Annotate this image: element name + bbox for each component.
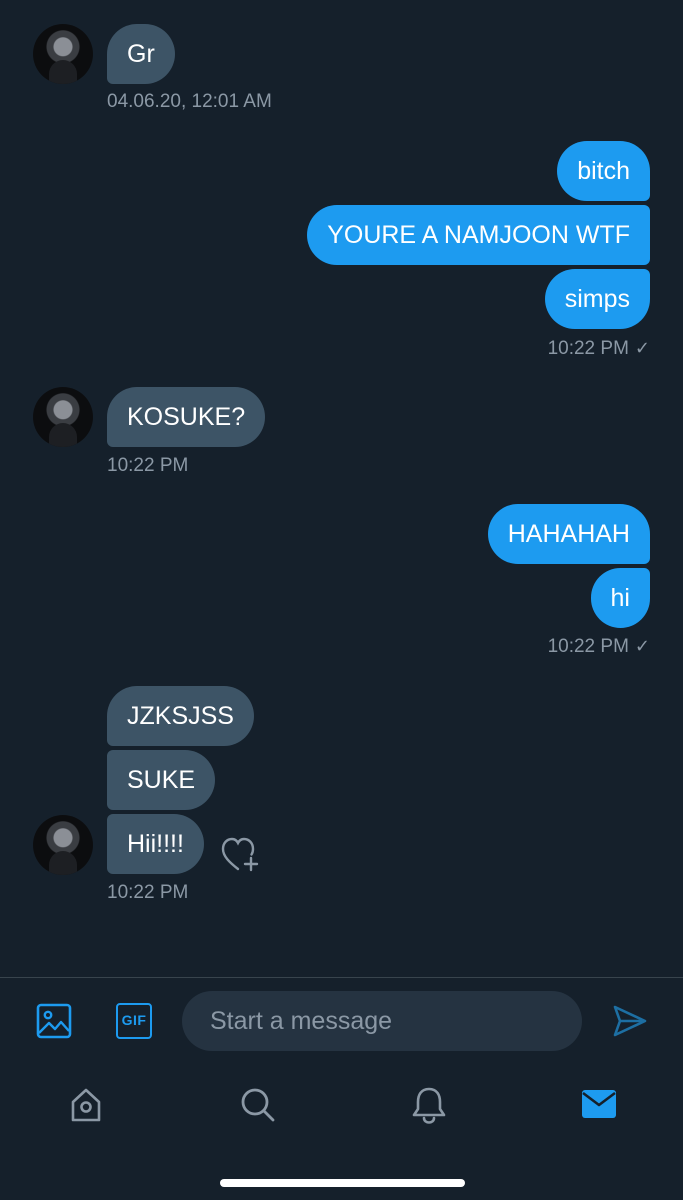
composer-divider — [0, 977, 683, 978]
read-check-icon: ✓ — [634, 636, 650, 656]
message-bubble-incoming[interactable]: SUKE — [107, 750, 216, 810]
message-bubble-outgoing[interactable]: bitch — [557, 141, 650, 201]
avatar[interactable] — [33, 387, 93, 447]
message-bubble-outgoing[interactable]: hi — [590, 568, 650, 628]
message-bubble-incoming[interactable]: JZKSJSS — [107, 686, 254, 746]
read-check-icon: ✓ — [634, 338, 650, 358]
gif-icon[interactable]: GIF — [116, 1003, 152, 1039]
heart-add-icon[interactable] — [221, 836, 261, 874]
message-timestamp: 10:22 PM — [107, 882, 189, 903]
send-icon[interactable] — [612, 1004, 648, 1038]
message-bubble-outgoing[interactable]: HAHAHAH — [487, 504, 650, 564]
message-timestamp: 10:22 PM ✓ — [548, 636, 650, 658]
home-indicator[interactable] — [220, 1179, 465, 1187]
bell-icon[interactable] — [410, 1085, 448, 1125]
mail-icon[interactable] — [580, 1088, 618, 1120]
message-input[interactable]: Start a message — [182, 991, 582, 1051]
message-timestamp: 04.06.20, 12:01 AM — [107, 91, 272, 112]
message-bubble-incoming[interactable]: KOSUKE? — [107, 387, 266, 447]
search-icon[interactable] — [239, 1086, 277, 1124]
timestamp-text: 10:22 PM — [547, 636, 629, 657]
image-icon[interactable] — [36, 1003, 72, 1039]
avatar[interactable] — [33, 815, 93, 875]
message-bubble-incoming[interactable]: Gr — [107, 24, 175, 84]
message-timestamp: 10:22 PM ✓ — [548, 338, 650, 360]
message-timestamp: 10:22 PM — [107, 455, 189, 476]
home-icon[interactable] — [67, 1086, 105, 1124]
avatar[interactable] — [33, 24, 93, 84]
message-bubble-outgoing[interactable]: simps — [544, 269, 650, 329]
message-bubble-outgoing[interactable]: YOURE A NAMJOON WTF — [307, 205, 650, 265]
message-bubble-incoming[interactable]: Hii!!!! — [107, 814, 204, 874]
timestamp-text: 10:22 PM — [547, 338, 629, 359]
